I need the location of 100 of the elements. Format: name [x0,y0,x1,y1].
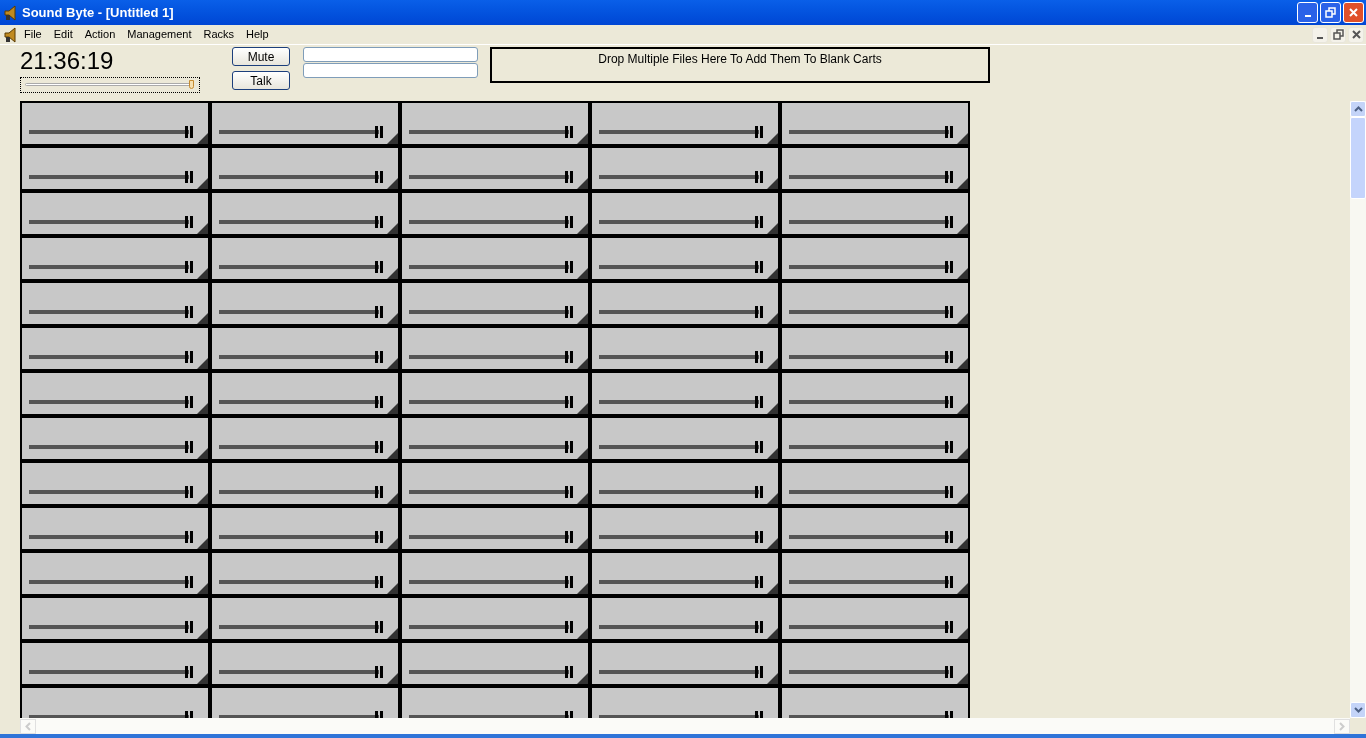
volume-thumb[interactable] [565,621,573,633]
volume-thumb[interactable] [565,486,573,498]
cart-button[interactable] [590,551,780,596]
cart-button[interactable] [590,326,780,371]
cart-button[interactable] [400,326,590,371]
volume-thumb[interactable] [185,576,193,588]
volume-thumb[interactable] [755,531,763,543]
cart-button[interactable] [780,461,970,506]
cart-button[interactable] [400,101,590,146]
volume-thumb[interactable] [565,441,573,453]
volume-thumb[interactable] [755,396,763,408]
volume-thumb[interactable] [375,171,383,183]
cart-button[interactable] [210,416,400,461]
cart-button[interactable] [20,641,210,686]
slider-thumb[interactable] [189,80,194,89]
menu-item[interactable]: Management [121,26,198,43]
cart-button[interactable] [400,506,590,551]
drop-zone[interactable]: Drop Multiple Files Here To Add Them To Blank Carts [490,47,990,83]
cart-button[interactable] [780,596,970,641]
cart-button[interactable] [590,686,780,718]
volume-thumb[interactable] [755,306,763,318]
volume-thumb[interactable] [945,576,953,588]
volume-thumb[interactable] [755,621,763,633]
cart-button[interactable] [20,416,210,461]
volume-thumb[interactable] [945,531,953,543]
cart-button[interactable] [210,146,400,191]
cart-button[interactable] [780,551,970,596]
volume-thumb[interactable] [755,576,763,588]
volume-thumb[interactable] [185,531,193,543]
minimize-button[interactable] [1312,26,1328,43]
volume-thumb[interactable] [375,666,383,678]
cart-button[interactable] [20,461,210,506]
cart-button[interactable] [400,146,590,191]
volume-thumb[interactable] [945,171,953,183]
cart-button[interactable] [20,146,210,191]
cart-button[interactable] [400,371,590,416]
volume-thumb[interactable] [945,351,953,363]
volume-thumb[interactable] [185,621,193,633]
volume-thumb[interactable] [185,126,193,138]
cart-button[interactable] [400,686,590,718]
cart-button[interactable] [210,506,400,551]
menu-item[interactable]: Racks [197,26,241,43]
close-button[interactable] [1348,26,1364,43]
cart-button[interactable] [400,416,590,461]
cart-button[interactable] [20,191,210,236]
volume-thumb[interactable] [375,216,383,228]
volume-thumb[interactable] [565,171,573,183]
volume-thumb[interactable] [185,306,193,318]
menu-item[interactable]: Action [78,26,122,43]
cart-button[interactable] [780,506,970,551]
text-field[interactable] [303,47,478,62]
cart-button[interactable] [20,551,210,596]
cart-button[interactable] [780,101,970,146]
cart-button[interactable] [400,461,590,506]
volume-thumb[interactable] [755,666,763,678]
cart-button[interactable] [210,641,400,686]
cart-button[interactable] [590,191,780,236]
scroll-thumb[interactable] [1350,117,1366,199]
volume-thumb[interactable] [565,306,573,318]
cart-button[interactable] [590,461,780,506]
volume-thumb[interactable] [755,486,763,498]
cart-button[interactable] [590,416,780,461]
volume-thumb[interactable] [945,486,953,498]
cart-button[interactable] [400,281,590,326]
cart-button[interactable] [210,281,400,326]
cart-button[interactable] [20,236,210,281]
cart-button[interactable] [20,326,210,371]
cart-button[interactable] [210,686,400,718]
cart-button[interactable] [210,461,400,506]
cart-button[interactable] [210,551,400,596]
cart-button[interactable] [780,236,970,281]
action-button[interactable]: Mute [232,47,290,66]
volume-thumb[interactable] [185,666,193,678]
cart-button[interactable] [780,371,970,416]
cart-button[interactable] [780,416,970,461]
cart-button[interactable] [780,326,970,371]
cart-button[interactable] [590,146,780,191]
volume-thumb[interactable] [565,576,573,588]
cart-button[interactable] [400,551,590,596]
volume-thumb[interactable] [185,396,193,408]
volume-thumb[interactable] [945,621,953,633]
cart-button[interactable] [590,236,780,281]
volume-thumb[interactable] [945,216,953,228]
volume-thumb[interactable] [375,576,383,588]
cart-button[interactable] [20,506,210,551]
cart-button[interactable] [210,371,400,416]
volume-thumb[interactable] [755,171,763,183]
volume-thumb[interactable] [375,621,383,633]
cart-button[interactable] [400,236,590,281]
volume-thumb[interactable] [945,261,953,273]
cart-button[interactable] [20,371,210,416]
volume-thumb[interactable] [565,666,573,678]
cart-button[interactable] [780,191,970,236]
cart-button[interactable] [780,281,970,326]
action-button[interactable]: Talk [232,71,290,90]
volume-thumb[interactable] [185,351,193,363]
cart-button[interactable] [20,101,210,146]
volume-thumb[interactable] [945,441,953,453]
volume-thumb[interactable] [755,441,763,453]
cart-button[interactable] [590,101,780,146]
